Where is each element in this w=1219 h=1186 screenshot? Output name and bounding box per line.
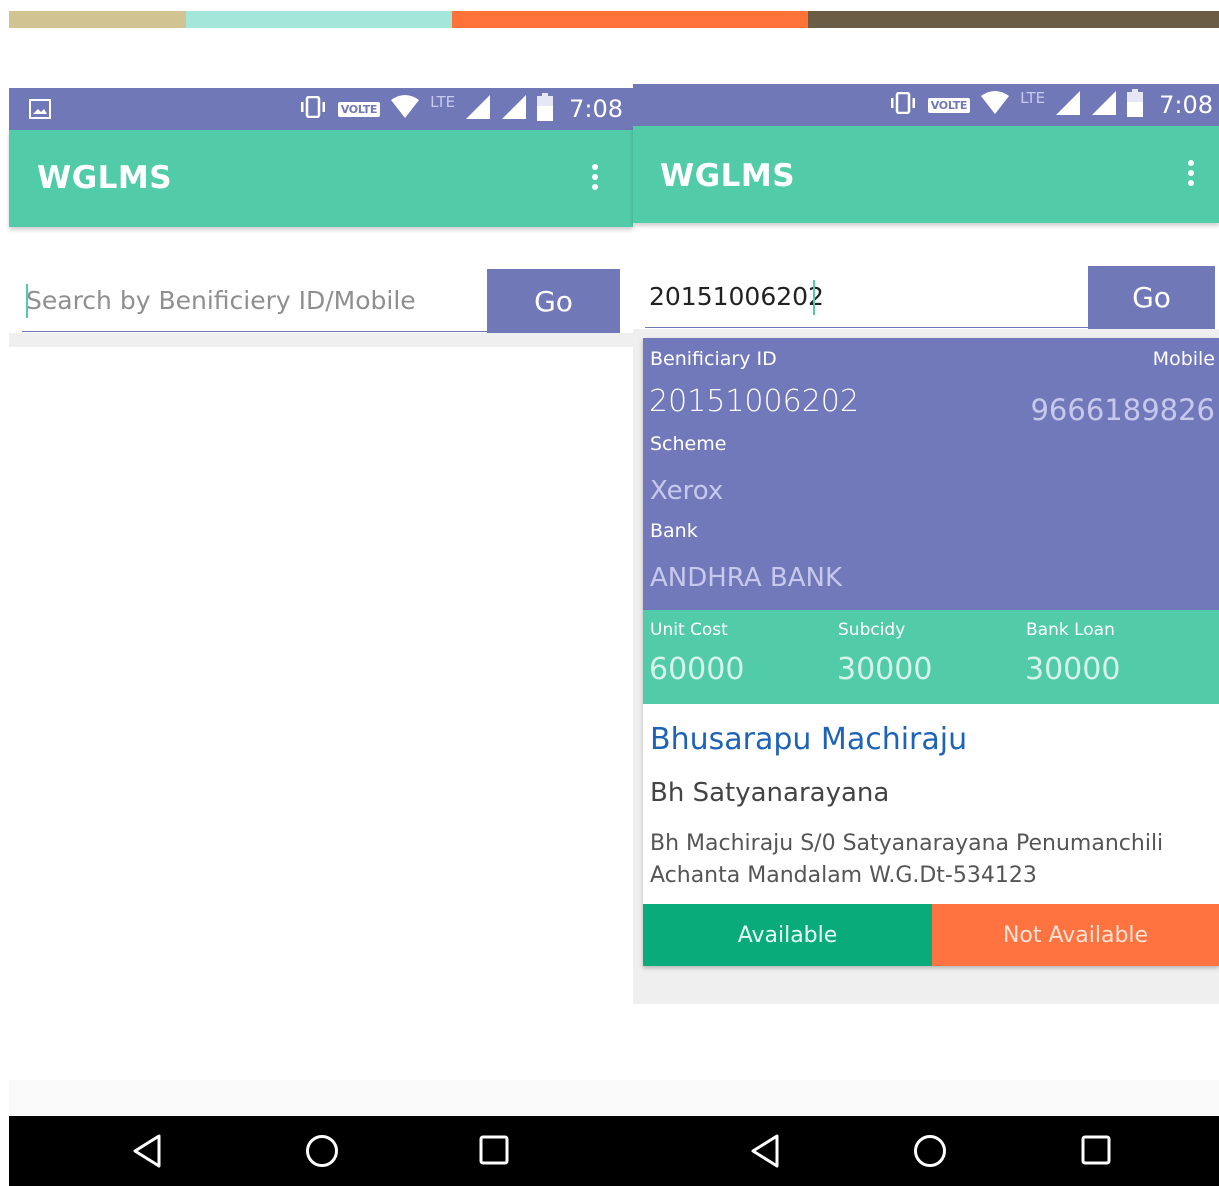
network-type: LTE [430,93,456,111]
unit-cost-label: Unit Cost [650,620,728,640]
bank-loan-label: Bank Loan [1026,620,1115,640]
signal-icon [1091,90,1117,120]
signal-icon [465,94,491,124]
search-divider-band [9,333,633,347]
bottom-band [633,1080,1219,1116]
mobile-label: Mobile [1152,348,1215,370]
unit-cost-value: 60000 [649,652,745,687]
app-bar: WGLMS [633,126,1219,223]
card-header: Benificiary ID Mobile 20151006202 966618… [643,338,1219,610]
home-icon[interactable] [305,1134,339,1168]
app-title: WGLMS [37,160,173,196]
vibrate-icon [888,91,918,118]
search-input[interactable] [645,266,1088,328]
text-cursor [813,280,815,315]
navigation-bar [633,1116,1219,1186]
scheme-value: Xerox [650,476,724,506]
overflow-menu-icon[interactable] [591,164,599,190]
wifi-icon [980,91,1010,119]
scheme-label: Scheme [650,433,727,455]
clock: 7:08 [569,95,623,123]
signal-icon [1055,90,1081,120]
clock: 7:08 [1159,91,1213,119]
status-bar: VOLTE LTE 7:08 [633,84,1219,126]
status-bar: VOLTE LTE 7:08 [9,88,633,130]
beneficiary-id-value: 20151006202 [649,384,859,419]
go-button[interactable]: Go [487,269,620,333]
battery-icon [537,93,554,125]
wifi-icon [390,95,420,123]
app-title: WGLMS [660,158,796,194]
recents-icon[interactable] [479,1135,509,1165]
vibrate-icon [298,95,328,122]
app-bar: WGLMS [9,130,633,227]
volte-badge: VOLTE [337,101,381,117]
color-palette-strip [9,11,1219,28]
palette-swatch-3 [452,11,808,28]
bank-loan-value: 30000 [1025,652,1121,687]
search-input[interactable] [22,270,487,332]
battery-icon [1127,89,1144,121]
overflow-menu-icon[interactable] [1187,160,1195,186]
signal-icon [501,94,527,124]
home-icon[interactable] [913,1134,947,1168]
subsidy-label: Subcidy [838,620,906,640]
beneficiary-id-label: Benificiary ID [650,348,777,370]
bottom-band [9,1080,633,1116]
father-name: Bh Satyanarayana [650,778,890,808]
bank-label: Bank [650,520,698,542]
palette-swatch-1 [9,11,186,28]
cost-summary: Unit Cost 60000 Subcidy 30000 Bank Loan … [643,610,1219,704]
not-available-button[interactable]: Not Available [932,904,1219,966]
mobile-value: 9666189826 [1030,393,1215,427]
recents-icon[interactable] [1081,1135,1111,1165]
network-type: LTE [1020,89,1046,107]
address: Bh Machiraju S/0 Satyanarayana Penumanch… [650,831,1164,888]
bank-value: ANDHRA BANK [650,563,842,593]
volte-badge: VOLTE [927,97,971,113]
subsidy-value: 30000 [837,652,933,687]
beneficiary-card: Benificiary ID Mobile 20151006202 966618… [643,338,1219,966]
back-icon[interactable] [749,1134,781,1168]
beneficiary-name: Bhusarapu Machiraju [650,722,968,757]
back-icon[interactable] [131,1134,163,1168]
navigation-bar [9,1116,633,1186]
palette-swatch-2 [186,11,452,28]
text-cursor [26,284,28,318]
go-button[interactable]: Go [1088,266,1215,329]
palette-swatch-4 [808,11,1219,28]
gallery-icon [29,99,51,123]
available-button[interactable]: Available [643,904,932,966]
